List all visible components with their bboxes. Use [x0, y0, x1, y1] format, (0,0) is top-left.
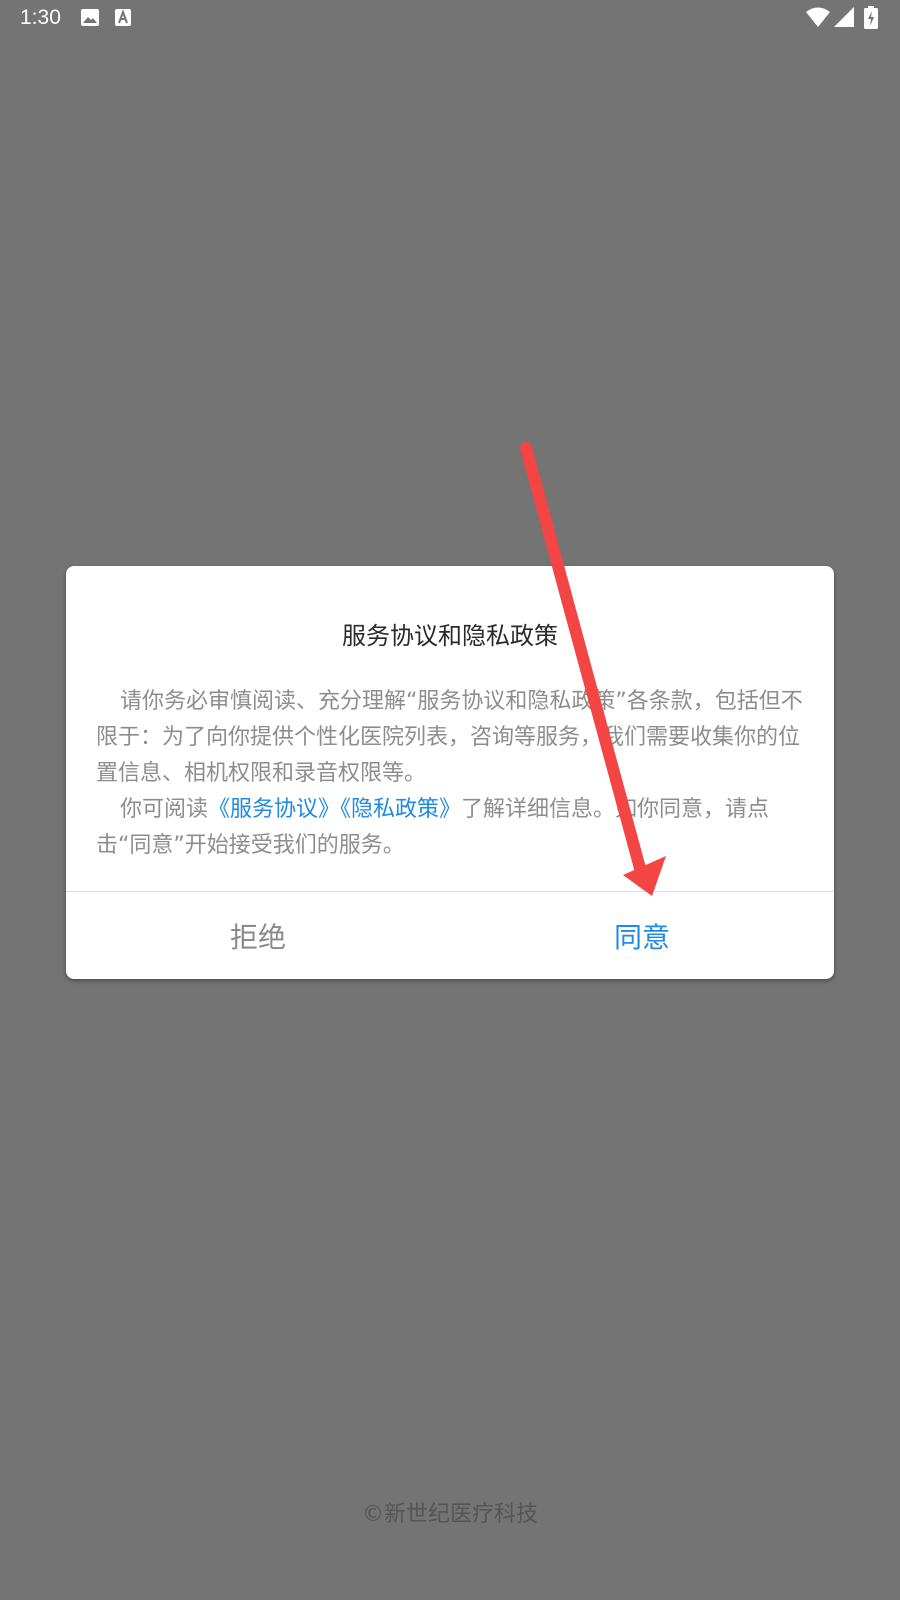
- battery-charging-icon: [864, 6, 878, 29]
- dialog-title: 服务协议和隐私政策: [342, 622, 558, 650]
- image-icon: [81, 9, 99, 26]
- paragraph-2-prefix: 你可阅读: [120, 797, 209, 822]
- footer-copyright: ©新世纪医疗科技: [361, 1502, 538, 1527]
- a-letter-icon: [115, 9, 131, 26]
- agree-button[interactable]: 同意: [450, 892, 834, 979]
- service-agreement-link[interactable]: 《服务协议》: [208, 797, 340, 822]
- reject-button[interactable]: 拒绝: [66, 892, 450, 979]
- privacy-policy-dialog: 服务协议和隐私政策 请你务必审慎阅读、充分理解“服务协议和隐私政策”各条款，包括…: [66, 566, 834, 979]
- dialog-paragraph-1: 请你务必审慎阅读、充分理解“服务协议和隐私政策”各条款，包括但不限于：为了向你提…: [96, 689, 803, 786]
- signal-icon: [834, 7, 854, 27]
- status-time: 1:30: [20, 6, 61, 29]
- privacy-policy-link[interactable]: 《隐私政策》: [340, 797, 461, 822]
- wifi-icon: [806, 7, 830, 27]
- dialog-body: 请你务必审慎阅读、充分理解“服务协议和隐私政策”各条款，包括但不限于：为了向你提…: [96, 684, 806, 864]
- dialog-paragraph-2: 你可阅读《服务协议》《隐私政策》了解详细信息。如你同意，请点击“同意”开始接受我…: [96, 792, 806, 864]
- dialog-buttons: 拒绝 同意: [66, 892, 834, 979]
- status-bar: 1:30: [0, 0, 900, 36]
